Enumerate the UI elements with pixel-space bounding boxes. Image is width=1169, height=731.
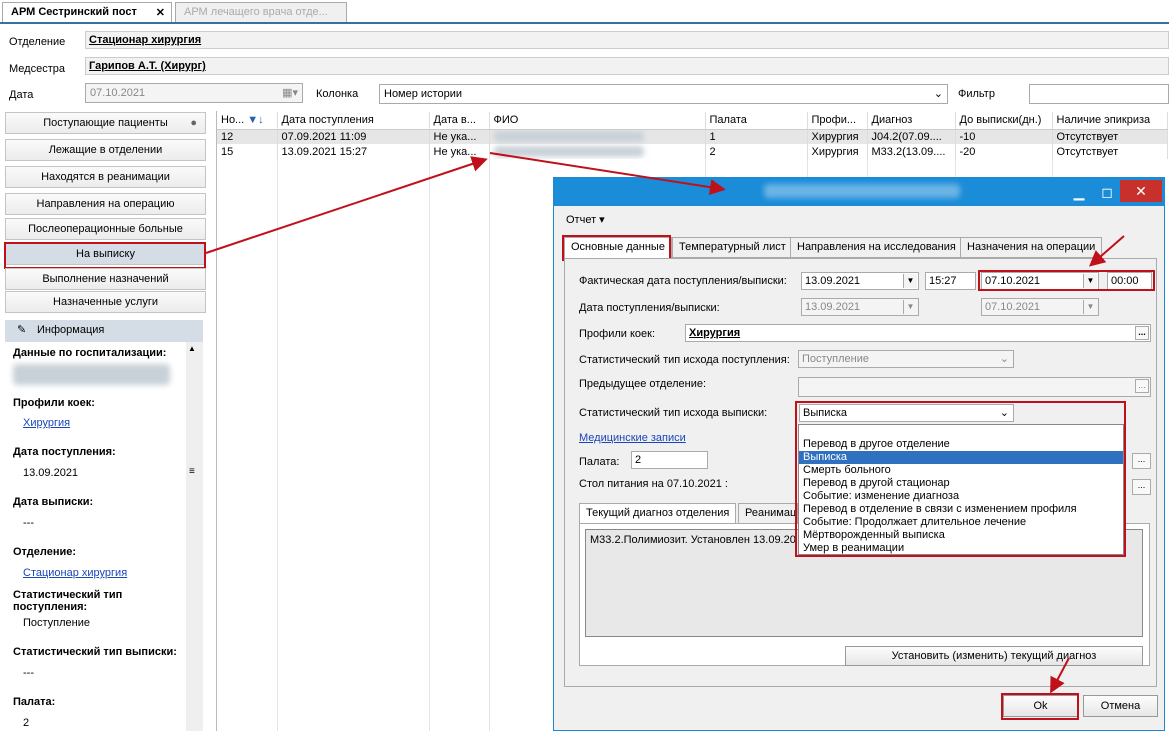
annotation-arrows <box>205 152 1125 694</box>
arrow-to-date <box>1088 235 1125 267</box>
arrow-to-dialog <box>489 152 726 196</box>
arrow-to-ok <box>1050 657 1070 694</box>
arrow-to-row <box>205 156 488 254</box>
